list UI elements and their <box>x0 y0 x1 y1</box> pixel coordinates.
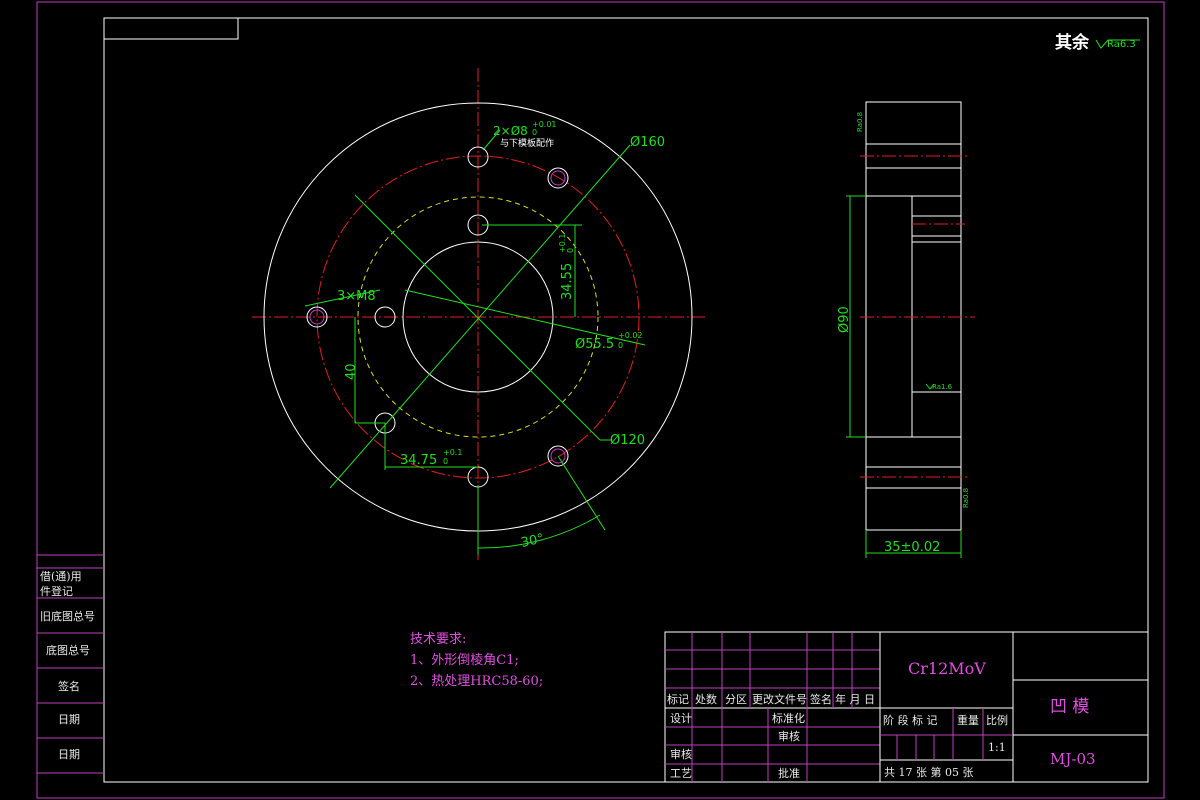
left-label-4: 底图总号 <box>46 643 90 657</box>
inner-frame <box>103 17 1149 783</box>
rev-header-date: 年 月 日 <box>835 692 875 706</box>
tb-review: 审核 <box>670 747 692 761</box>
rev-header-docno: 更改文件号 <box>752 692 807 706</box>
rev-header-count: 处数 <box>695 693 717 706</box>
dim-thickness: 35±0.02 <box>884 540 940 555</box>
dim-outer: Ø160 <box>630 135 665 150</box>
tb-process: 工艺 <box>670 767 692 780</box>
hatch-bottom <box>865 487 962 531</box>
tech-item-2: 2、热处理HRC58-60; <box>410 674 543 689</box>
dim-bore-tol-low: 0 <box>618 341 623 350</box>
tech-item-1: 1、外形倒棱角C1; <box>410 652 519 668</box>
tb-approve: 批准 <box>778 766 800 780</box>
left-label-7: 日期 <box>58 748 80 761</box>
front-view: 2×Ø8 +0.01 0 与下模板配作 Ø160 Ø120 Ø55.5 +0.0… <box>252 68 705 560</box>
tb-standardization: 标准化 <box>772 711 805 725</box>
dim-vertical-tol-low: 0 <box>566 248 575 253</box>
tb-design: 设计 <box>670 712 692 725</box>
left-column: 借(通)用 件登记 旧底图总号 底图总号 签名 日期 日期 <box>37 554 104 774</box>
drawing-canvas: 借(通)用 件登记 旧底图总号 底图总号 签名 日期 日期 其余 Ra6.3 2… <box>36 1 1165 799</box>
dim-pin-tol-low: 0 <box>532 128 537 137</box>
left-label-2: 件登记 <box>40 584 73 598</box>
left-label-1: 借(通)用 <box>40 570 82 583</box>
tb-stage-header: 阶 段 标 记 <box>883 713 938 727</box>
dim-bolt-circle: Ø120 <box>610 433 645 448</box>
hatch-lower <box>911 391 962 438</box>
pin-note: 与下模板配作 <box>500 137 554 149</box>
tb-material: Cr12MoV <box>908 659 986 678</box>
rev-header-mark: 标记 <box>667 692 689 706</box>
left-label-6: 日期 <box>58 713 80 726</box>
corner-box <box>103 17 239 40</box>
dim-forty: 40 <box>344 363 359 380</box>
roughness-note: 其余 Ra6.3 <box>1055 32 1140 53</box>
dim-angle: 30° <box>520 531 546 550</box>
dim-horizontal-offset: 34.75 <box>400 453 437 468</box>
dim-side-diameter: Ø90 <box>837 306 852 333</box>
dim-thread: 3×M8 <box>337 289 376 304</box>
left-label-5: 签名 <box>58 679 80 693</box>
ra-bottom: Ra0.8 <box>962 488 970 508</box>
dim-pin-holes: 2×Ø8 <box>493 124 528 138</box>
outer-frame <box>36 1 1165 799</box>
roughness-value: Ra6.3 <box>1107 39 1136 50</box>
tb-weight-header: 重量 <box>957 713 979 727</box>
tech-title: 技术要求: <box>410 632 466 647</box>
left-label-3: 旧底图总号 <box>40 609 95 623</box>
rev-header-sign: 签名 <box>810 692 832 706</box>
dim-horizontal-tol: +0.1 <box>443 448 462 457</box>
dim-horizontal-tol-low: 0 <box>443 457 448 466</box>
hatch-upper <box>865 167 962 197</box>
side-view: Ø90 35±0.02 Ra0.8 Ra1.6 Ra0.8 <box>837 101 975 558</box>
dim-bore: Ø55.5 <box>575 337 614 352</box>
tb-scale: 1:1 <box>988 741 1006 754</box>
hatch-top <box>865 101 962 145</box>
dim-vertical-offset: 34.55 <box>560 263 575 300</box>
ra-top: Ra0.8 <box>856 112 864 132</box>
tb-scale-header: 比例 <box>986 713 1008 727</box>
roughness-label: 其余 <box>1055 32 1090 53</box>
tb-sheets: 共 17 张 第 05 张 <box>884 765 973 779</box>
dim-bore-tol: +0.02 <box>618 331 643 340</box>
tech-requirements: 技术要求: 1、外形倒棱角C1; 2、热处理HRC58-60; <box>410 632 543 689</box>
rev-header-zone: 分区 <box>725 693 747 706</box>
tb-check: 审核 <box>778 729 800 743</box>
ra-mid: Ra1.6 <box>932 383 953 391</box>
tb-part-name: 凹 模 <box>1050 697 1089 717</box>
title-block: 标记 处数 分区 更改文件号 签名 年 月 日 设计 标准化 审核 审核 工艺 … <box>664 631 1149 783</box>
thread-hole-top-right-inner <box>550 170 566 186</box>
tb-drawing-no: MJ-03 <box>1050 750 1096 768</box>
